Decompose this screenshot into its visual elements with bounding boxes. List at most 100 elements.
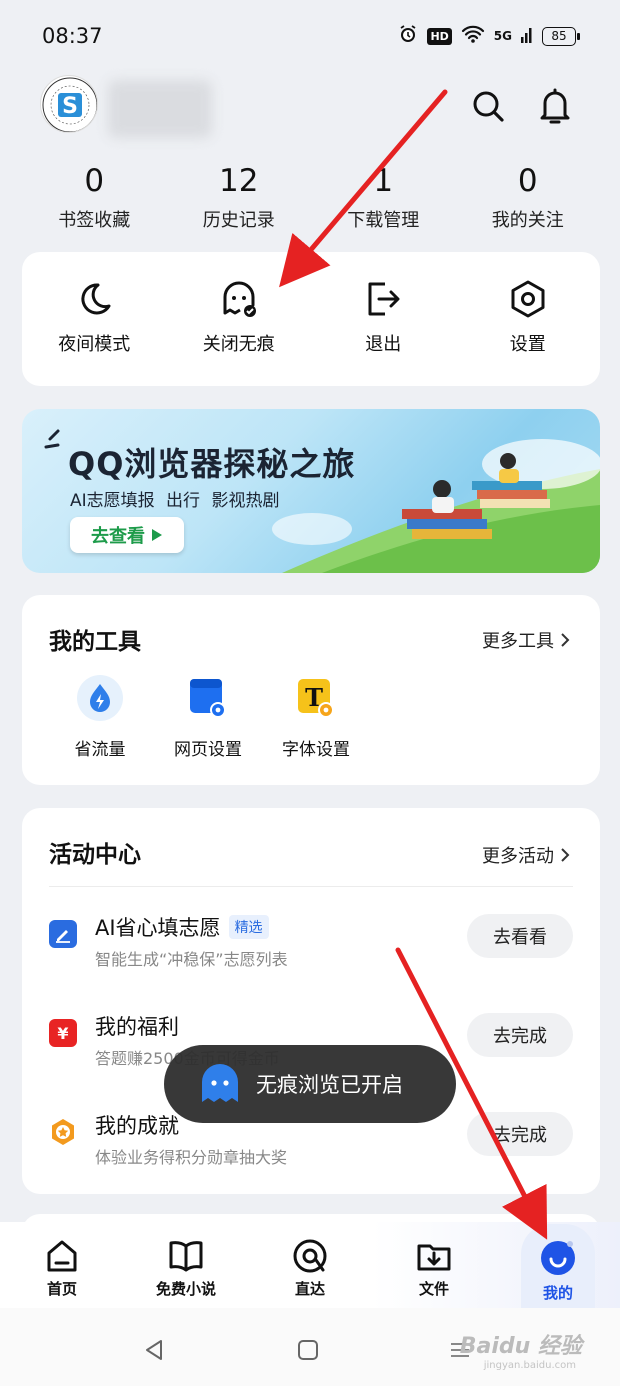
banner-title: QQ浏览器探秘之旅 (68, 445, 356, 483)
stat-bookmarks[interactable]: 0 书签收藏 (22, 162, 167, 238)
tab-files[interactable]: 文件 (372, 1222, 496, 1308)
tab-label: 我的 (542, 1284, 573, 1302)
svg-text:S: S (62, 94, 78, 119)
signal-icon (521, 25, 533, 47)
site-logo-avatar-icon: S (42, 77, 97, 132)
edit-icon (49, 920, 77, 948)
tab-label: 文件 (418, 1280, 449, 1298)
profile-row: S (0, 72, 620, 142)
more-activities-link[interactable]: 更多活动 (482, 842, 570, 868)
search-button[interactable] (466, 84, 510, 128)
home-icon (47, 1240, 77, 1272)
tool-font-settings[interactable]: T 字体设置 (264, 675, 368, 760)
tab-me[interactable]: 我的 (496, 1222, 620, 1308)
tool-label: 省流量 (74, 740, 126, 760)
logout-button[interactable]: 退出 (311, 252, 456, 386)
watermark-text: Baidu 经验 (459, 1334, 582, 1359)
promo-banner[interactable]: QQ浏览器探秘之旅 AI志愿填报 出行 影视热剧 去查看 (22, 409, 600, 573)
logout-icon (362, 278, 404, 320)
stat-value: 0 (84, 163, 105, 199)
tools-card: 我的工具 更多工具 省流量 网页设置 T 字体设置 (22, 595, 600, 785)
activity-item-subtitle: 体验业务得积分勋章抽大奖 (95, 1148, 288, 1167)
more-tools-link[interactable]: 更多工具 (482, 627, 570, 653)
activity-item-title: 我的成就 (95, 1110, 179, 1140)
hd-badge: HD (427, 27, 452, 45)
bell-icon (540, 88, 570, 124)
quick-actions-card: 夜间模式 关闭无痕 退出 设置 (22, 252, 600, 386)
featured-tag: 精选 (228, 915, 269, 939)
home-square-icon (298, 1340, 318, 1360)
divider (49, 886, 573, 887)
go-complete-button[interactable]: 去完成 (467, 1112, 573, 1156)
play-arrow-icon (152, 529, 162, 541)
stat-value: 1 (373, 163, 394, 199)
ghost-icon (218, 278, 260, 320)
chevron-right-icon (561, 633, 570, 647)
system-nav-bar: Baidu 经验 jingyan.baidu.com (0, 1308, 620, 1386)
yuan-icon: ¥ (49, 1019, 77, 1047)
battery-indicator: 85 (542, 26, 580, 46)
incognito-toast: 无痕浏览已开启 (164, 1045, 456, 1123)
folder-download-icon (417, 1244, 451, 1271)
tab-home[interactable]: 首页 (0, 1222, 124, 1308)
tool-webpage-settings[interactable]: 网页设置 (156, 675, 260, 760)
stat-value: 0 (517, 163, 538, 199)
banner-view-button[interactable]: 去查看 (70, 517, 184, 553)
back-triangle-icon (146, 1340, 162, 1360)
banner-subtitle: AI志愿填报 出行 影视热剧 (70, 491, 280, 511)
quick-action-label: 设置 (509, 334, 546, 355)
activity-item-title: 我的福利 (95, 1011, 179, 1041)
activity-title-text: 我的成就 (95, 1114, 179, 1138)
stat-downloads[interactable]: 1 下载管理 (311, 162, 456, 238)
tab-free-novels[interactable]: 免费小说 (124, 1222, 248, 1308)
activity-card: 活动中心 更多活动 AI省心填志愿 精选 智能生成“冲稳保”志愿列表 去看看 ¥… (22, 808, 600, 1194)
ghost-icon (202, 1064, 238, 1102)
stat-label: 书签收藏 (58, 210, 131, 231)
stat-following[interactable]: 0 我的关注 (456, 162, 601, 238)
avatar[interactable]: S (40, 75, 98, 133)
status-icons: HD 5G 85 (398, 24, 580, 48)
activity-item-subtitle: 智能生成“冲稳保”志愿列表 (95, 950, 288, 969)
toast-text: 无痕浏览已开启 (256, 1073, 403, 1097)
quick-action-label: 关闭无痕 (202, 334, 275, 355)
tab-label: 直达 (294, 1280, 325, 1298)
stat-history[interactable]: 12 历史记录 (167, 162, 312, 238)
close-incognito-button[interactable]: 关闭无痕 (167, 252, 312, 386)
direct-icon (293, 1239, 327, 1273)
stat-label: 下载管理 (347, 210, 420, 231)
svg-text:¥: ¥ (57, 1024, 68, 1043)
tool-label: 字体设置 (282, 740, 350, 760)
status-bar: 08:37 HD 5G 85 (0, 0, 620, 70)
quick-action-label: 退出 (365, 334, 402, 355)
quick-action-label: 夜间模式 (58, 334, 131, 355)
tab-label: 免费小说 (155, 1280, 216, 1298)
profile-icon (541, 1241, 575, 1275)
more-activities-label: 更多活动 (482, 846, 554, 867)
tool-label: 网页设置 (174, 740, 242, 760)
tools-title: 我的工具 (49, 629, 141, 655)
activity-title: 活动中心 (49, 842, 141, 868)
alarm-icon (398, 24, 418, 48)
banner-button-label: 去查看 (91, 526, 145, 547)
go-look-button[interactable]: 去看看 (467, 914, 573, 958)
tab-direct[interactable]: 直达 (248, 1222, 372, 1308)
tool-data-saver[interactable]: 省流量 (48, 675, 152, 760)
username-redacted (108, 80, 212, 138)
go-complete-button[interactable]: 去完成 (467, 1013, 573, 1057)
notification-button[interactable] (533, 84, 577, 128)
wifi-icon (461, 24, 485, 48)
settings-icon (507, 278, 549, 320)
home-nav-button[interactable] (288, 1330, 328, 1370)
data-saver-icon (77, 675, 123, 721)
more-tools-label: 更多工具 (482, 631, 554, 652)
stat-label: 历史记录 (202, 210, 275, 231)
settings-button[interactable]: 设置 (456, 252, 601, 386)
back-button[interactable] (134, 1330, 174, 1370)
night-mode-button[interactable]: 夜间模式 (22, 252, 167, 386)
activity-item-ai-volunteer[interactable]: AI省心填志愿 精选 智能生成“冲稳保”志愿列表 去看看 (22, 908, 600, 988)
activity-title-text: 我的福利 (95, 1015, 179, 1039)
watermark-url: jingyan.baidu.com (483, 1360, 576, 1371)
tools-list: 省流量 网页设置 T 字体设置 (48, 675, 368, 760)
stats-row: 0 书签收藏 12 历史记录 1 下载管理 0 我的关注 (22, 162, 600, 238)
font-settings-icon: T (293, 675, 339, 721)
